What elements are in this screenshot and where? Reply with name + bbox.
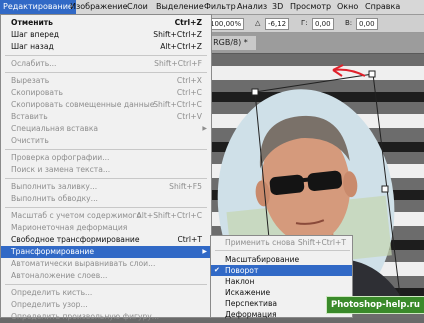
- menu-view[interactable]: Просмотр: [287, 0, 334, 14]
- menu-item-auto-blend[interactable]: Автоналожение слоев...: [1, 270, 211, 282]
- menu-layers[interactable]: Слои: [124, 0, 151, 14]
- menu-item-step-backward[interactable]: Шаг назад Alt+Ctrl+Z: [1, 41, 211, 53]
- menu-item-fade[interactable]: Ослабить... Shift+Ctrl+F: [1, 58, 211, 70]
- menu-separator: [5, 207, 207, 208]
- submenu-arrow-icon: ▶: [202, 125, 207, 132]
- menu-separator: [5, 72, 207, 73]
- menu-item-spell-check[interactable]: Проверка орфографии...: [1, 152, 211, 164]
- menu-image[interactable]: Изображение: [67, 0, 131, 14]
- menu-item-copy-merged[interactable]: Скопировать совмещенные данные Shift+Ctrl…: [1, 99, 211, 111]
- menu-item-clear[interactable]: Очистить: [1, 135, 211, 147]
- menu-window[interactable]: Окно: [334, 0, 361, 14]
- transform-handle[interactable]: [368, 70, 376, 78]
- h-skew-label: Г:: [301, 19, 308, 27]
- angle-field[interactable]: -6,12: [265, 18, 290, 30]
- menu-separator: [5, 178, 207, 179]
- menu-item-paste-special[interactable]: Специальная вставка ▶: [1, 123, 211, 135]
- menu-item-copy[interactable]: Скопировать Ctrl+C: [1, 87, 211, 99]
- menu-item-free-transform[interactable]: Свободное трансформирование Ctrl+T: [1, 234, 211, 246]
- menu-item-define-pattern[interactable]: Определить узор...: [1, 299, 211, 311]
- menu-item-cut[interactable]: Вырезать Ctrl+X: [1, 75, 211, 87]
- transform-handle[interactable]: [381, 185, 389, 193]
- document-tab[interactable]: , RGB/8) *: [205, 36, 256, 50]
- menu-item-puppet-warp[interactable]: Марионеточная деформация: [1, 222, 211, 234]
- h-skew-field[interactable]: 0,00: [312, 18, 334, 30]
- menu-item-content-aware-scale[interactable]: Масштаб с учетом содержимого Alt+Shift+Ct…: [1, 210, 211, 222]
- menu-item-paste[interactable]: Вставить Ctrl+V: [1, 111, 211, 123]
- watermark-logo: Photoshop-help.ru: [326, 296, 424, 314]
- menu-item-undo[interactable]: Отменить Ctrl+Z: [1, 17, 211, 29]
- menu-filter[interactable]: Фильтр: [201, 0, 239, 14]
- menu-bar: Редактирование Изображение Слои Выделени…: [0, 0, 424, 15]
- menu-separator: [5, 55, 207, 56]
- check-icon: ✔: [214, 266, 220, 274]
- v-skew-label: В:: [345, 19, 353, 27]
- v-skew-field[interactable]: 0,00: [356, 18, 378, 30]
- edit-menu: Отменить Ctrl+Z Шаг вперед Shift+Ctrl+Z Ша…: [0, 14, 212, 321]
- menu-separator: [5, 284, 207, 285]
- menu-item-find-replace[interactable]: Поиск и замена текста...: [1, 164, 211, 176]
- menu-item-define-brush[interactable]: Определить кисть...: [1, 287, 211, 299]
- submenu-item-scale[interactable]: Масштабирование: [211, 254, 352, 265]
- submenu-item-skew[interactable]: Наклон: [211, 276, 352, 287]
- menu-select[interactable]: Выделение: [153, 0, 207, 14]
- menu-3d[interactable]: 3D: [269, 0, 286, 14]
- menu-item-define-custom-shape[interactable]: Определить произвольную фигуру...: [1, 311, 211, 323]
- menu-item-transform[interactable]: Трансформирование ▶: [1, 246, 211, 258]
- menu-edit[interactable]: Редактирование: [0, 0, 76, 14]
- menu-item-stroke[interactable]: Выполнить обводку...: [1, 193, 211, 205]
- menu-separator: [215, 250, 350, 251]
- document-tab-bar: , RGB/8) *: [205, 33, 424, 54]
- zoom-field[interactable]: 100,00%: [207, 18, 245, 30]
- menu-analysis[interactable]: Анализ: [234, 0, 270, 14]
- menu-item-fill[interactable]: Выполнить заливку... Shift+F5: [1, 181, 211, 193]
- menu-item-step-forward[interactable]: Шаг вперед Shift+Ctrl+Z: [1, 29, 211, 41]
- submenu-item-again[interactable]: Применить снова Shift+Ctrl+T: [211, 237, 352, 248]
- options-bar: 100,00% △ -6,12 Г: 0,00 В: 0,00: [205, 15, 424, 33]
- transform-handle[interactable]: [251, 88, 259, 96]
- menu-separator: [5, 149, 207, 150]
- angle-icon: △: [255, 19, 261, 27]
- submenu-arrow-icon: ▶: [202, 248, 207, 255]
- menu-help[interactable]: Справка: [362, 0, 403, 14]
- submenu-item-rotate[interactable]: ✔ Поворот: [211, 265, 352, 276]
- menu-item-auto-align[interactable]: Автоматически выравнивать слои...: [1, 258, 211, 270]
